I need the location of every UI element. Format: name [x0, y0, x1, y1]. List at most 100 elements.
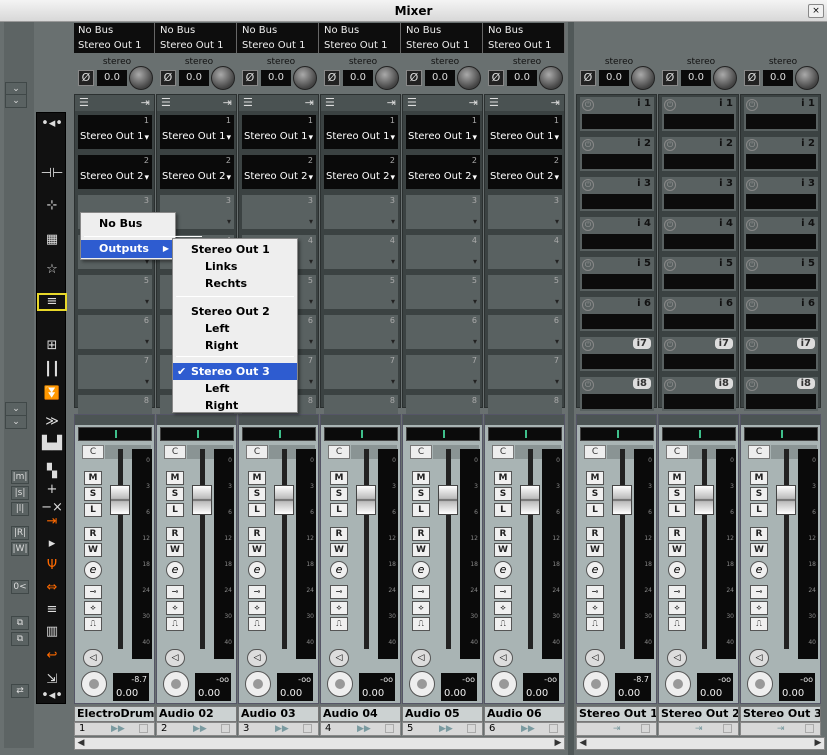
pan-knob[interactable] [129, 66, 153, 90]
list-icon[interactable]: ☰ [325, 97, 337, 108]
solo-button[interactable]: S [166, 487, 184, 501]
insert-slot[interactable]: ⏻ i 4 [662, 217, 736, 251]
routing-slot[interactable]: 2 Stereo Out 2 ▾ [406, 155, 480, 189]
listen-button[interactable]: L [412, 503, 430, 517]
edit-button[interactable]: e [248, 561, 266, 579]
record-button[interactable] [747, 671, 773, 697]
scroll-left-icon[interactable]: ◀ [577, 738, 589, 749]
power-icon[interactable]: ⏻ [746, 259, 758, 271]
routing-slot[interactable]: 2 Stereo Out 2 ▾ [160, 155, 234, 189]
edit-button[interactable]: e [412, 561, 430, 579]
bus-label[interactable]: Stereo Out 1 [402, 38, 483, 53]
listen-button[interactable]: L [750, 503, 768, 517]
eq-icon[interactable]: ⟡ [248, 601, 266, 615]
output-icon[interactable]: ⇥ [551, 97, 560, 108]
channel-name[interactable]: Audio 05 [402, 706, 483, 722]
power-icon[interactable]: ⏻ [746, 99, 758, 111]
mute-button[interactable]: M [166, 471, 184, 485]
monitor-button[interactable]: ◁ [329, 649, 349, 667]
power-icon[interactable]: ⏻ [664, 379, 676, 391]
read-button[interactable]: R [84, 527, 102, 541]
routing-view-icon[interactable]: ≡ [37, 293, 67, 311]
power-icon[interactable]: ⏻ [582, 259, 594, 271]
monitor-button[interactable]: ◁ [411, 649, 431, 667]
grid-icon[interactable] [467, 724, 476, 733]
power-icon[interactable]: ⏻ [746, 299, 758, 311]
list-icon[interactable]: ☰ [79, 97, 91, 108]
read-button[interactable]: R [330, 527, 348, 541]
scroll-right-icon[interactable]: ▶ [812, 738, 824, 749]
play-icon[interactable]: ▶▶ [111, 723, 125, 735]
read-button[interactable]: R [494, 527, 512, 541]
eq-icon[interactable]: ⟡ [750, 601, 768, 615]
monitor-button[interactable]: ◁ [585, 649, 605, 667]
swap-icon[interactable]: ⇔ [37, 579, 67, 597]
insert-icon[interactable]: ⊸ [84, 585, 102, 599]
pan-knob[interactable] [293, 66, 317, 90]
c-button[interactable]: C [246, 445, 268, 459]
routing-slot[interactable]: 1 Stereo Out 1 ▾ [242, 115, 316, 149]
routing-slot[interactable]: 5▾ [406, 275, 480, 309]
insert-field[interactable] [582, 194, 652, 209]
grid-icon[interactable] [139, 724, 148, 733]
power-icon[interactable]: ⏻ [582, 139, 594, 151]
insert-icon[interactable]: ⊸ [330, 585, 348, 599]
routing-slot[interactable]: 7▾ [488, 355, 562, 389]
edit-button[interactable]: e [84, 561, 102, 579]
pan-value[interactable]: 0.0 [261, 70, 291, 86]
send-icon[interactable]: ⎍ [166, 617, 184, 631]
send-icon[interactable]: ⎍ [494, 617, 512, 631]
insert-field[interactable] [746, 274, 816, 289]
insert-field[interactable] [582, 314, 652, 329]
write-button[interactable]: W [668, 543, 686, 557]
listen-button[interactable]: L [166, 503, 184, 517]
horizontal-scrollbar[interactable]: ◀ ▶ [74, 737, 565, 750]
show-r-icon[interactable]: |R| [11, 526, 29, 540]
send-icon[interactable]: ⎍ [84, 617, 102, 631]
insert-slot[interactable]: ⏻ i 2 [662, 137, 736, 171]
write-button[interactable]: W [84, 543, 102, 557]
mute-button[interactable]: M [586, 471, 604, 485]
volume-fader[interactable] [520, 485, 540, 515]
send-icon[interactable]: ⎍ [248, 617, 266, 631]
c-button[interactable]: C [410, 445, 432, 459]
listen-button[interactable]: L [668, 503, 686, 517]
play-icon[interactable]: ▶▶ [275, 723, 289, 735]
routing-slot[interactable]: 6▾ [78, 315, 152, 349]
output-icon[interactable]: ⇥ [695, 723, 703, 735]
power-icon[interactable]: ⏻ [664, 259, 676, 271]
insert-field[interactable] [664, 194, 734, 209]
channel-name[interactable]: Stereo Out 3 [740, 706, 821, 722]
c-button[interactable]: C [492, 445, 514, 459]
monitor-button[interactable]: ◁ [493, 649, 513, 667]
power-icon[interactable]: ⏻ [582, 299, 594, 311]
routing-slot[interactable]: 2 Stereo Out 2 ▾ [78, 155, 152, 189]
channel-name[interactable]: ElectroDrums [74, 706, 155, 722]
submenu-item[interactable]: Left [173, 320, 297, 337]
pan-value[interactable]: 0.0 [343, 70, 373, 86]
chevron-icon[interactable]: ≫ [37, 413, 67, 431]
power-icon[interactable]: ⏻ [664, 219, 676, 231]
routing-slot[interactable]: 2 Stereo Out 2 ▾ [324, 155, 398, 189]
power-icon[interactable]: ⏻ [746, 219, 758, 231]
phase-button[interactable]: Ø [662, 70, 678, 86]
edit-button[interactable]: e [668, 561, 686, 579]
channel-name[interactable]: Audio 02 [156, 706, 237, 722]
pan-value[interactable]: 0.0 [425, 70, 455, 86]
submenu-item[interactable]: Left [173, 380, 297, 397]
insert-slot[interactable]: ⏻ i 3 [580, 177, 654, 211]
power-icon[interactable]: ⏻ [664, 99, 676, 111]
power-icon[interactable]: ⏻ [746, 339, 758, 351]
insert-field[interactable] [664, 114, 734, 129]
show-w-icon[interactable]: |W| [11, 542, 29, 556]
power-icon[interactable]: ⏻ [664, 339, 676, 351]
grid-icon[interactable] [549, 724, 558, 733]
insert-slot[interactable]: ⏻ i 1 [580, 97, 654, 131]
write-button[interactable]: W [248, 543, 266, 557]
power-icon[interactable]: ⏻ [746, 179, 758, 191]
monitor-button[interactable]: ◁ [165, 649, 185, 667]
edit-button[interactable]: e [494, 561, 512, 579]
pan-knob[interactable] [713, 66, 737, 90]
listen-button[interactable]: L [84, 503, 102, 517]
collapse-lower-icon[interactable]: ⌄ [5, 402, 27, 416]
